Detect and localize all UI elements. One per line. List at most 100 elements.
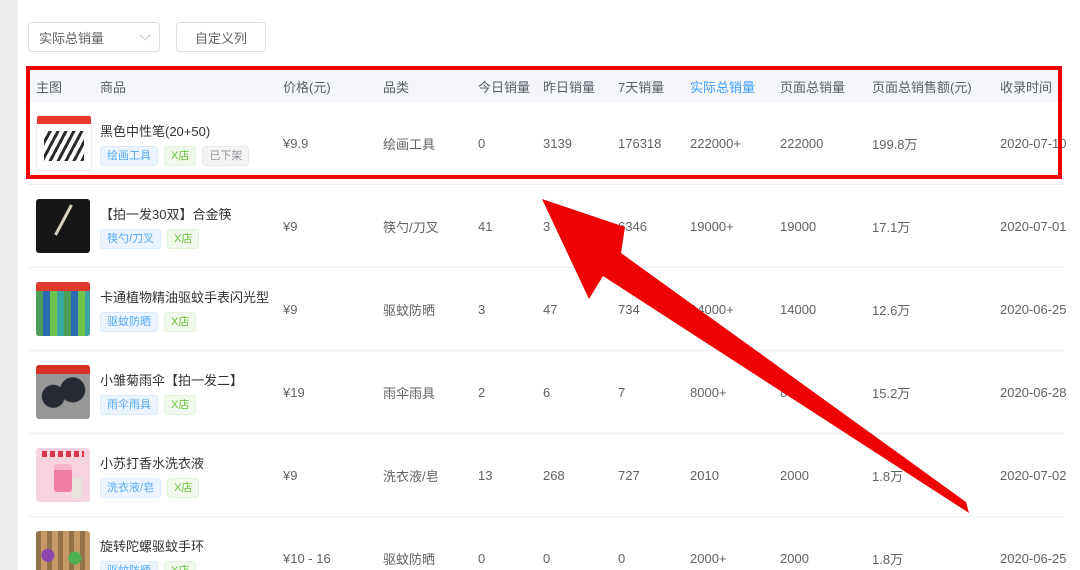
tag-list: 驱蚊防晒 X店 bbox=[100, 561, 283, 570]
product-thumbnail[interactable] bbox=[36, 365, 90, 419]
tag-list: 绘画工具 X店已下架 bbox=[100, 146, 283, 166]
product-tag: X店 bbox=[164, 146, 196, 166]
today-sales-cell: 0 bbox=[478, 551, 543, 566]
product-tag: 驱蚊防晒 bbox=[100, 312, 158, 332]
actual-total-sales-cell: 14000+ bbox=[690, 302, 780, 317]
record-date-cell: 2020-07-02 bbox=[1000, 468, 1064, 483]
category-cell: 雨伞雨具 bbox=[383, 383, 478, 402]
record-date-cell: 2020-06-25 bbox=[1000, 551, 1064, 566]
actual-total-sales-cell: 2010 bbox=[690, 468, 780, 483]
yesterday-sales-cell: 47 bbox=[543, 302, 618, 317]
tag-list: 筷勺/刀叉X店 bbox=[100, 229, 283, 249]
table-row[interactable]: 旋转陀螺驱蚊手环 驱蚊防晒X店 ¥10 - 16 驱蚊防晒 0 0 0 2000… bbox=[28, 517, 1064, 570]
price-cell: ¥9 bbox=[283, 302, 383, 317]
col-header-record-date: 收录时间 bbox=[1000, 77, 1064, 96]
category-cell: 驱蚊防晒 bbox=[383, 300, 478, 319]
product-title: 卡通植物精油驱蚊手表闪光型 bbox=[100, 287, 283, 306]
product-tag: 绘画工具 bbox=[100, 146, 158, 166]
col-header-product: 商品 bbox=[100, 77, 283, 96]
page-total-sales-cell: 19000 bbox=[780, 219, 872, 234]
page-total-amount-cell: 1.8万 bbox=[872, 466, 1000, 485]
price-cell: ¥10 - 16 bbox=[283, 551, 383, 566]
col-header-actual-total-sales[interactable]: 实际总销量 bbox=[690, 77, 780, 96]
page: 实际总销量 自定义列 主图 商品 价格(元) 品类 今日销量 昨日销量 7天销量… bbox=[0, 0, 1080, 570]
price-cell: ¥9.9 bbox=[283, 136, 383, 151]
7day-sales-cell: 727 bbox=[618, 468, 690, 483]
record-date-cell: 2020-07-10 bbox=[1000, 136, 1064, 151]
product-title: 小苏打香水洗衣液 bbox=[100, 453, 283, 472]
today-sales-cell: 0 bbox=[478, 136, 543, 151]
col-header-page-total-amount: 页面总销售额(元) bbox=[872, 77, 1000, 96]
7day-sales-cell: 7 bbox=[618, 385, 690, 400]
product-thumbnail[interactable] bbox=[36, 448, 90, 502]
yesterday-sales-cell: 6 bbox=[543, 385, 618, 400]
product-thumbnail[interactable] bbox=[36, 115, 92, 171]
category-cell: 驱蚊防晒 bbox=[383, 549, 478, 568]
today-sales-cell: 2 bbox=[478, 385, 543, 400]
product-title: 黑色中性笔(20+50) bbox=[100, 121, 283, 140]
7day-sales-cell: 0 bbox=[618, 551, 690, 566]
page-total-amount-cell: 15.2万 bbox=[872, 383, 1000, 402]
table-body: 黑色中性笔(20+50) 绘画工具X店已下架 ¥9.9 绘画工具 0 3139 … bbox=[28, 102, 1064, 570]
table-row[interactable]: 卡通植物精油驱蚊手表闪光型 驱蚊防晒 X店 ¥9 驱蚊防晒 3 47 734 14… bbox=[28, 268, 1064, 351]
tag-list: 洗衣液/皂 X店 bbox=[100, 478, 283, 498]
actual-total-sales-cell: 222000+ bbox=[690, 136, 780, 151]
col-header-page-total-sales: 页面总销量 bbox=[780, 77, 872, 96]
product-thumbnail[interactable] bbox=[36, 282, 90, 336]
product-tag: 洗衣液/皂 bbox=[100, 478, 161, 498]
left-gutter bbox=[0, 0, 18, 570]
product-tag: X店 bbox=[164, 395, 196, 415]
page-total-amount-cell: 199.8万 bbox=[872, 134, 1000, 153]
page-total-sales-cell: 2000 bbox=[780, 551, 872, 566]
chevron-down-icon bbox=[139, 29, 150, 40]
table-row[interactable]: 小雏菊雨伞【拍一发二】 雨伞雨具X店 ¥19 雨伞雨具 2 6 7 8000+ … bbox=[28, 351, 1064, 434]
product-tag: 雨伞雨具 bbox=[100, 395, 158, 415]
yesterday-sales-cell: 268 bbox=[543, 468, 618, 483]
product-tag: X店 bbox=[167, 478, 199, 498]
product-title: 小雏菊雨伞【拍一发二】 bbox=[100, 370, 283, 389]
customize-columns-button[interactable]: 自定义列 bbox=[176, 22, 266, 52]
product-tag: 已下架 bbox=[202, 146, 249, 166]
price-cell: ¥19 bbox=[283, 385, 383, 400]
page-total-amount-cell: 1.8万 bbox=[872, 549, 1000, 568]
yesterday-sales-cell: 3139 bbox=[543, 136, 618, 151]
col-header-thumbnail: 主图 bbox=[36, 77, 100, 96]
page-total-sales-cell: 2000 bbox=[780, 468, 872, 483]
table-row[interactable]: 黑色中性笔(20+50) 绘画工具X店已下架 ¥9.9 绘画工具 0 3139 … bbox=[28, 102, 1064, 185]
tag-list: 驱蚊防晒 X店 bbox=[100, 312, 283, 332]
page-total-amount-cell: 12.6万 bbox=[872, 300, 1000, 319]
product-tag: X店 bbox=[164, 561, 196, 570]
7day-sales-cell: 176318 bbox=[618, 136, 690, 151]
table-row[interactable]: 小苏打香水洗衣液 洗衣液/皂 X店 ¥9 洗衣液/皂 13 268 727 201… bbox=[28, 434, 1064, 517]
table-row[interactable]: 【拍一发30双】合金筷 筷勺/刀叉X店 ¥9 筷勺/刀叉 41 3 6346 1… bbox=[28, 185, 1064, 268]
product-thumbnail[interactable] bbox=[36, 199, 90, 253]
col-header-today-sales: 今日销量 bbox=[478, 77, 543, 96]
product-tag: 筷勺/刀叉 bbox=[100, 229, 161, 249]
7day-sales-cell: 6346 bbox=[618, 219, 690, 234]
page-total-sales-cell: 222000 bbox=[780, 136, 872, 151]
7day-sales-cell: 734 bbox=[618, 302, 690, 317]
col-header-price: 价格(元) bbox=[283, 77, 383, 96]
price-cell: ¥9 bbox=[283, 219, 383, 234]
today-sales-cell: 3 bbox=[478, 302, 543, 317]
category-cell: 筷勺/刀叉 bbox=[383, 217, 478, 236]
tag-list: 雨伞雨具 X店 bbox=[100, 395, 283, 415]
page-total-sales-cell: 14000 bbox=[780, 302, 872, 317]
page-total-amount-cell: 17.1万 bbox=[872, 217, 1000, 236]
yesterday-sales-cell: 3 bbox=[543, 219, 618, 234]
product-title: 旋转陀螺驱蚊手环 bbox=[100, 536, 283, 555]
record-date-cell: 2020-06-25 bbox=[1000, 302, 1064, 317]
product-thumbnail[interactable] bbox=[36, 531, 90, 570]
col-header-category: 品类 bbox=[383, 77, 478, 96]
page-total-sales-cell: 8000 bbox=[780, 385, 872, 400]
sort-dropdown-value: 实际总销量 bbox=[39, 28, 104, 47]
today-sales-cell: 13 bbox=[478, 468, 543, 483]
product-tag: X店 bbox=[164, 312, 196, 332]
products-table: 主图 商品 价格(元) 品类 今日销量 昨日销量 7天销量 实际总销量 页面总销… bbox=[28, 70, 1064, 570]
table-header: 主图 商品 价格(元) 品类 今日销量 昨日销量 7天销量 实际总销量 页面总销… bbox=[28, 70, 1064, 102]
category-cell: 洗衣液/皂 bbox=[383, 466, 478, 485]
product-tag: 驱蚊防晒 bbox=[100, 561, 158, 570]
sort-dropdown[interactable]: 实际总销量 bbox=[28, 22, 160, 52]
price-cell: ¥9 bbox=[283, 468, 383, 483]
actual-total-sales-cell: 19000+ bbox=[690, 219, 780, 234]
